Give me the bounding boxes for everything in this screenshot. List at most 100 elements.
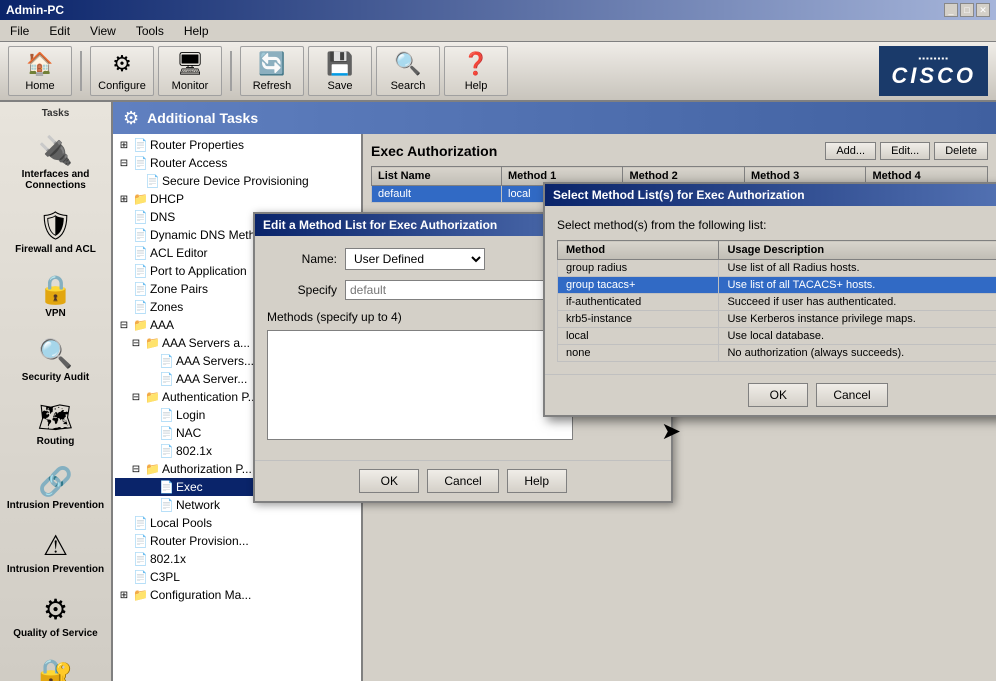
- tree-expand-router-props: ⊞: [117, 140, 131, 151]
- tree-router-prov[interactable]: 📄 Router Provision...: [115, 532, 359, 550]
- data-table: List Name Method 1 Method 2 Method 3 Met…: [371, 166, 988, 203]
- qos-icon: ⚙: [43, 593, 68, 626]
- tree-expand-config-ma: ⊞: [117, 590, 131, 601]
- tree-expand-auth: ⊟: [129, 392, 143, 403]
- sidebar-item-intrusion[interactable]: ⚠ Intrusion Prevention: [2, 524, 109, 580]
- sidebar-item-qos[interactable]: ⚙ Quality of Service: [2, 588, 109, 644]
- menu-edit[interactable]: Edit: [43, 22, 76, 40]
- sidebar-item-firewall[interactable]: 🛡 Firewall and ACL: [2, 204, 109, 260]
- edit-dialog-ok[interactable]: OK: [359, 469, 419, 493]
- tree-8021x-2[interactable]: 📄 802.1x: [115, 550, 359, 568]
- menu-help[interactable]: Help: [178, 22, 215, 40]
- title-text: Admin-PC: [6, 3, 64, 17]
- edit-dialog-titlebar: Edit a Method List for Exec Authorizatio…: [255, 214, 671, 236]
- edit-dialog-methods-section: Methods (specify up to 4) Add Delete Mov…: [267, 310, 659, 448]
- methods-add-button[interactable]: Add: [579, 330, 659, 348]
- panel-title-bar: Exec Authorization Add... Edit... Delete: [371, 142, 988, 160]
- interfaces-label: Interfaces and Connections: [5, 169, 106, 191]
- title-bar: Admin-PC _ □ ✕: [0, 0, 996, 20]
- close-button[interactable]: ✕: [976, 3, 990, 17]
- sidebar-item-nac[interactable]: 🔐 NAC: [2, 652, 109, 681]
- methods-delete-button[interactable]: Delete: [579, 352, 659, 370]
- menu-bar: File Edit View Tools Help: [0, 20, 996, 42]
- toolbar-separator-2: [230, 51, 232, 91]
- monitor-button[interactable]: 🖥 Monitor: [158, 46, 222, 96]
- routing-label: Routing: [37, 436, 75, 447]
- table-row[interactable]: default local: [372, 186, 988, 203]
- sidebar-item-vpn[interactable]: 🔒 VPN: [2, 268, 109, 324]
- cisco-text: CISCO: [891, 63, 976, 89]
- cell-list-name: default: [372, 186, 502, 203]
- tree-router-properties[interactable]: ⊞ 📄 Router Properties: [115, 136, 359, 154]
- edit-dialog-methods-area[interactable]: [267, 330, 573, 440]
- cell-method1: local: [502, 186, 623, 203]
- help-button[interactable]: ❓ Help: [444, 46, 508, 96]
- sidebar-item-security-audit[interactable]: 🔍 Security Audit: [2, 332, 109, 388]
- tree-expand-nac: [143, 428, 157, 439]
- configure-icon: ⚙: [112, 51, 132, 77]
- col-method2: Method 2: [623, 167, 744, 186]
- tree-local-pools[interactable]: 📄 Local Pools: [115, 514, 359, 532]
- col-method1: Method 1: [502, 167, 623, 186]
- help-icon: ❓: [462, 51, 489, 77]
- cell-method2: [623, 186, 744, 203]
- security-audit-icon: 🔍: [38, 337, 73, 370]
- tree-c3pl[interactable]: 📄 C3PL: [115, 568, 359, 586]
- panel-buttons: Add... Edit... Delete: [825, 142, 988, 160]
- tree-expand-zones: [117, 302, 131, 313]
- tree-expand-port: [117, 266, 131, 277]
- menu-tools[interactable]: Tools: [130, 22, 170, 40]
- tree-config-ma[interactable]: ⊞ 📁 Configuration Ma...: [115, 586, 359, 604]
- nat-icon: 🔗: [38, 465, 73, 498]
- title-bar-title: Admin-PC: [6, 3, 64, 17]
- search-button[interactable]: 🔍 Search: [376, 46, 440, 96]
- sidebar-item-interfaces[interactable]: 🔌 Interfaces and Connections: [2, 129, 109, 196]
- refresh-button[interactable]: 🔄 Refresh: [240, 46, 304, 96]
- sidebar-item-routing[interactable]: 🗺 Routing: [2, 396, 109, 452]
- refresh-icon: 🔄: [258, 51, 285, 77]
- methods-move-up-button[interactable]: Move Up: [579, 374, 659, 392]
- add-button[interactable]: Add...: [825, 142, 876, 160]
- content-header-title: Additional Tasks: [147, 110, 258, 126]
- home-button[interactable]: 🏠 Home: [8, 46, 72, 96]
- col-list-name: List Name: [372, 167, 502, 186]
- edit-dialog-specify-input[interactable]: [345, 280, 545, 300]
- interfaces-icon: 🔌: [38, 134, 73, 167]
- menu-file[interactable]: File: [4, 22, 35, 40]
- tree-expand-local-pools: [117, 518, 131, 529]
- tree-secure-device[interactable]: 📄 Secure Device Provisioning: [115, 172, 359, 190]
- maximize-button[interactable]: □: [960, 3, 974, 17]
- edit-dialog-help[interactable]: Help: [507, 469, 567, 493]
- minimize-button[interactable]: _: [944, 3, 958, 17]
- tree-dhcp[interactable]: ⊞ 📁 DHCP: [115, 190, 359, 208]
- edit-method-dialog[interactable]: Edit a Method List for Exec Authorizatio…: [253, 212, 673, 503]
- refresh-label: Refresh: [253, 80, 292, 92]
- tree-expand-aaa: ⊟: [117, 320, 131, 331]
- edit-dialog-name-row: Name: User Defined: [267, 248, 659, 270]
- home-label: Home: [25, 80, 54, 92]
- tree-expand-router-prov: [117, 536, 131, 547]
- edit-dialog-name-select[interactable]: User Defined: [345, 248, 485, 270]
- tree-expand-aaa-s2: [143, 356, 157, 367]
- vpn-label: VPN: [45, 308, 66, 319]
- save-button[interactable]: 💾 Save: [308, 46, 372, 96]
- firewall-icon: 🛡: [38, 209, 74, 242]
- save-icon: 💾: [326, 51, 353, 77]
- configure-label: Configure: [98, 80, 146, 92]
- delete-button[interactable]: Delete: [934, 142, 988, 160]
- intrusion-icon: ⚠: [43, 529, 68, 562]
- tree-expand-exec: [143, 482, 157, 493]
- sidebar-item-nat[interactable]: 🔗 Intrusion Prevention: [2, 460, 109, 516]
- tree-expand-secure: [129, 176, 143, 187]
- menu-view[interactable]: View: [84, 22, 122, 40]
- configure-button[interactable]: ⚙ Configure: [90, 46, 154, 96]
- tree-expand-dns: [117, 212, 131, 223]
- tree-router-access[interactable]: ⊟ 📄 Router Access: [115, 154, 359, 172]
- edit-dialog-close[interactable]: ✕: [647, 218, 663, 232]
- col-method4: Method 4: [866, 167, 988, 186]
- nat-label: Intrusion Prevention: [7, 500, 104, 511]
- edit-dialog-cancel[interactable]: Cancel: [427, 469, 498, 493]
- methods-move-down-button[interactable]: Move Down: [579, 396, 659, 414]
- edit-dialog-methods-area-row: Add Delete Move Up Move Down: [267, 330, 659, 448]
- edit-button[interactable]: Edit...: [880, 142, 930, 160]
